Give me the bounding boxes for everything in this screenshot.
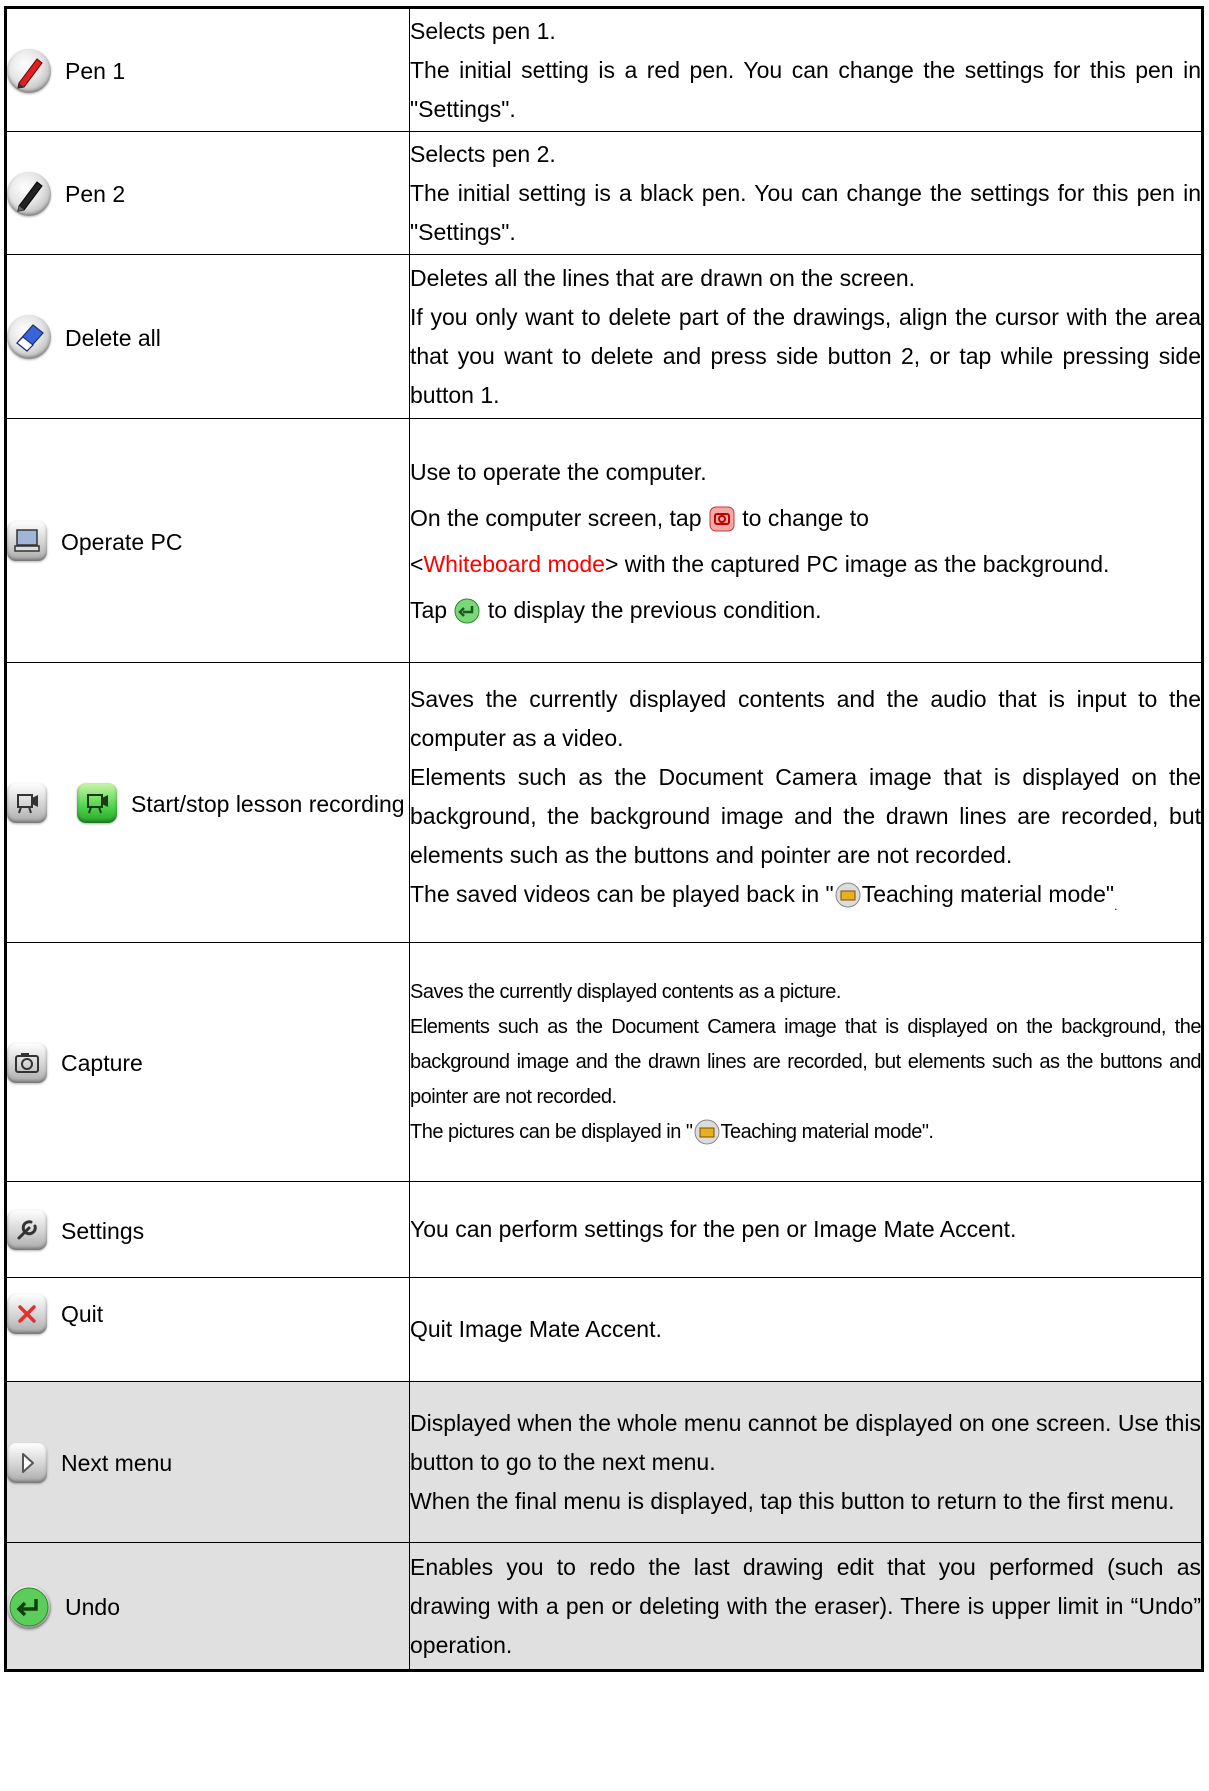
eraser-icon xyxy=(7,315,51,360)
whiteboard-mode-text: Whiteboard mode xyxy=(423,550,605,577)
black-pen-icon xyxy=(7,171,51,216)
undo-icon xyxy=(453,597,481,625)
button-cell: Pen 2 xyxy=(4,131,410,255)
button-reference-table: Pen 1 Selects pen 1. The initial setting… xyxy=(4,6,1204,1672)
button-label: Settings xyxy=(61,1217,145,1244)
table-row: Next menu Displayed when the whole menu … xyxy=(4,1381,1204,1543)
description-cell: Quit Image Mate Accent. xyxy=(409,1277,1204,1382)
recording-active-icon xyxy=(77,783,117,824)
undo-icon xyxy=(7,1584,51,1629)
description-cell: Saves the currently displayed contents a… xyxy=(409,942,1204,1182)
teaching-material-icon xyxy=(693,1118,721,1146)
button-label: Pen 1 xyxy=(65,57,126,84)
description-text: Tap to display the previous condition. xyxy=(410,587,1201,633)
button-label: Pen 2 xyxy=(65,180,126,207)
table-row: Pen 1 Selects pen 1. The initial setting… xyxy=(4,6,1204,132)
button-label: Capture xyxy=(61,1049,143,1076)
button-label: Undo xyxy=(65,1593,120,1620)
button-cell: Quit xyxy=(4,1277,410,1382)
description-text: Elements such as the Document Camera ima… xyxy=(410,763,1201,868)
description-text: The initial setting is a red pen. You ca… xyxy=(410,56,1201,122)
button-cell: Delete all xyxy=(4,254,410,419)
table-row: Capture Saves the currently displayed co… xyxy=(4,942,1204,1182)
description-text: Displayed when the whole menu cannot be … xyxy=(410,1409,1201,1475)
button-cell: Undo xyxy=(4,1542,410,1672)
table-row: Undo Enables you to redo the last drawin… xyxy=(4,1542,1204,1672)
button-cell: Settings xyxy=(4,1181,410,1278)
description-text: Use to operate the computer. xyxy=(410,458,707,485)
table-row: Quit Quit Image Mate Accent. xyxy=(4,1277,1204,1382)
button-cell: Start/stop lesson recording xyxy=(4,662,410,943)
description-text: Deletes all the lines that are drawn on … xyxy=(410,264,916,291)
description-text: The pictures can be displayed in " Teachi… xyxy=(410,1115,1201,1150)
description-text: Saves the currently displayed contents a… xyxy=(410,980,841,1003)
description-cell: Selects pen 2. The initial setting is a … xyxy=(409,131,1204,255)
description-text: Selects pen 2. xyxy=(410,140,556,167)
close-icon xyxy=(7,1293,47,1334)
description-text: You can perform settings for the pen or … xyxy=(410,1216,1017,1242)
description-text: If you only want to delete part of the d… xyxy=(410,303,1201,408)
description-cell: Saves the currently displayed contents a… xyxy=(409,662,1204,943)
button-cell: Pen 1 xyxy=(4,6,410,132)
description-text: Selects pen 1. xyxy=(410,17,556,44)
description-cell: You can perform settings for the pen or … xyxy=(409,1181,1204,1278)
description-text: The saved videos can be played back in "… xyxy=(410,880,1118,913)
button-label: Quit xyxy=(61,1300,104,1327)
table-row: Start/stop lesson recording Saves the cu… xyxy=(4,662,1204,943)
button-label: Delete all xyxy=(65,324,161,351)
table-row: Delete all Deletes all the lines that ar… xyxy=(4,254,1204,419)
recording-icon xyxy=(7,783,47,824)
description-text: Enables you to redo the last drawing edi… xyxy=(410,1553,1201,1658)
button-cell: Capture xyxy=(4,942,410,1182)
table-row: Pen 2 Selects pen 2. The initial setting… xyxy=(4,131,1204,255)
description-text: Quit Image Mate Accent. xyxy=(410,1316,662,1342)
next-arrow-icon xyxy=(7,1442,47,1483)
description-cell: Deletes all the lines that are drawn on … xyxy=(409,254,1204,419)
description-cell: Selects pen 1. The initial setting is a … xyxy=(409,6,1204,132)
description-text: When the final menu is displayed, tap th… xyxy=(410,1487,1175,1514)
description-text: The initial setting is a black pen. You … xyxy=(410,179,1201,245)
description-cell: Enables you to redo the last drawing edi… xyxy=(409,1542,1204,1672)
description-cell: Displayed when the whole menu cannot be … xyxy=(409,1381,1204,1543)
table-row: Settings You can perform settings for th… xyxy=(4,1181,1204,1278)
button-cell: Next menu xyxy=(4,1381,410,1543)
teaching-material-icon xyxy=(834,881,862,909)
description-text: Saves the currently displayed contents a… xyxy=(410,685,1201,751)
description-text: On the computer screen, tap to change to… xyxy=(410,504,1110,577)
description-text: Elements such as the Document Camera ima… xyxy=(410,1015,1202,1108)
red-pen-icon xyxy=(7,48,51,93)
button-cell: Operate PC xyxy=(4,418,410,663)
camera-icon xyxy=(7,1042,47,1083)
wrench-icon xyxy=(7,1210,47,1251)
capture-screen-icon xyxy=(708,505,736,533)
description-cell: Use to operate the computer. On the comp… xyxy=(409,418,1204,663)
table-row: Operate PC Use to operate the computer. … xyxy=(4,418,1204,663)
button-label: Next menu xyxy=(61,1449,173,1476)
computer-icon xyxy=(7,521,47,562)
button-label: Operate PC xyxy=(61,528,183,555)
button-label: Start/stop lesson recording xyxy=(131,790,405,817)
